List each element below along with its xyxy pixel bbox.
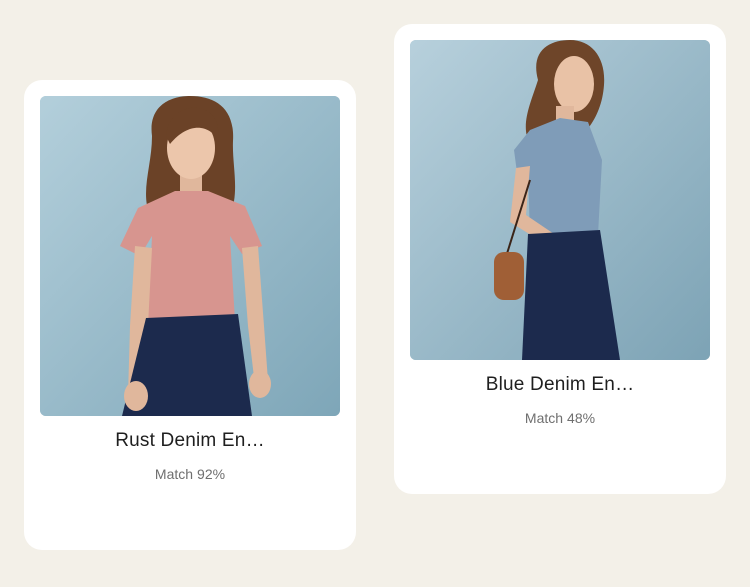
- outfit-photo[interactable]: [410, 40, 710, 360]
- outfit-card-2[interactable]: Blue Denim En… Match 48%: [394, 24, 726, 494]
- outfit-card-1[interactable]: Rust Denim En… Match 92%: [24, 80, 356, 550]
- match-label: Match: [524, 410, 564, 426]
- outfit-photo-image: [410, 40, 710, 360]
- match-score: Match 48%: [394, 410, 726, 426]
- outfit-title: Rust Denim En…: [115, 430, 265, 451]
- outfit-title: Blue Denim En…: [485, 374, 635, 395]
- match-label: Match: [154, 466, 194, 482]
- match-score: Match 92%: [24, 466, 356, 482]
- outfit-photo[interactable]: [40, 96, 340, 416]
- match-percentage: 48%: [567, 410, 596, 426]
- outfit-photo-image: [40, 96, 340, 416]
- match-percentage: 92%: [197, 466, 226, 482]
